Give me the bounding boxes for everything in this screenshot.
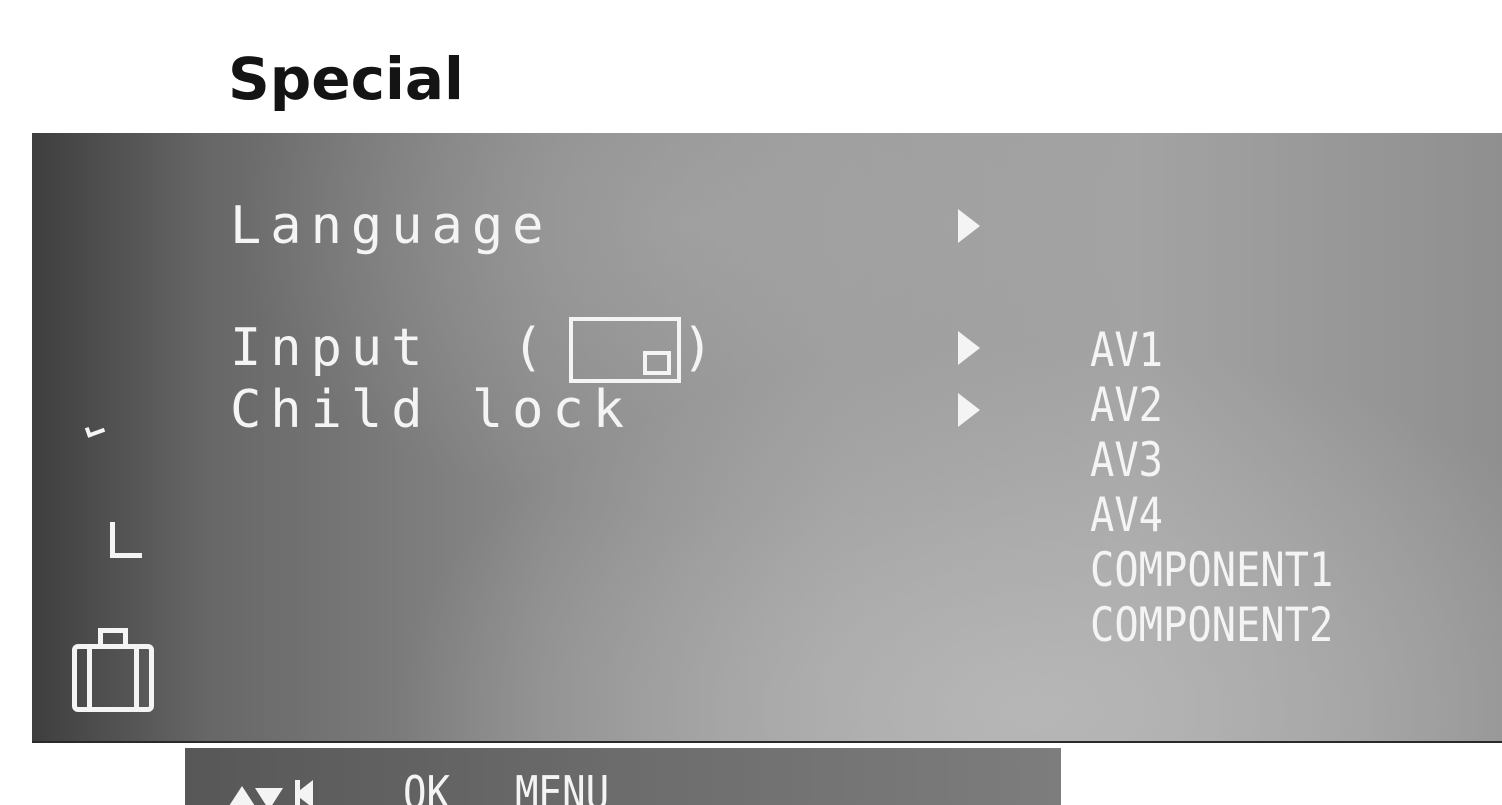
page-title: Special <box>228 45 464 113</box>
up-down-icon[interactable] <box>229 778 285 805</box>
left-arrow-icon[interactable] <box>295 780 313 805</box>
pip-icon <box>569 317 681 383</box>
right-arrow-icon <box>958 331 980 365</box>
menu-button[interactable]: MENU <box>515 768 609 805</box>
bag-icon[interactable] <box>72 628 154 712</box>
corner-icon[interactable] <box>110 522 142 558</box>
pip-inner-window <box>643 351 671 375</box>
input-option-av4[interactable]: AV4 <box>1090 490 1163 542</box>
input-option-av2[interactable]: AV2 <box>1090 380 1163 432</box>
up-triangle <box>229 786 255 805</box>
input-option-av3[interactable]: AV3 <box>1090 435 1163 487</box>
menu-item-label-suffix: ) <box>682 318 723 378</box>
input-option-component2[interactable]: COMPONENT2 <box>1090 600 1333 652</box>
down-triangle <box>255 788 283 805</box>
menu-item-label: Child lock <box>230 380 634 440</box>
ok-button[interactable]: OK <box>403 768 450 805</box>
menu-item-label: Input ( <box>230 318 553 378</box>
footer-nav-bar: OK MENU <box>185 748 1061 805</box>
right-arrow-icon <box>958 393 980 427</box>
input-option-component1[interactable]: COMPONENT1 <box>1090 545 1333 597</box>
check-mark-icon[interactable] <box>86 415 104 433</box>
bag-body <box>72 644 154 712</box>
menu-item-label: Language <box>230 196 553 256</box>
right-arrow-icon <box>958 209 980 243</box>
osd-menu-panel: Language Input ( ) Child lock AV1 AV2 AV… <box>32 133 1502 741</box>
input-option-av1[interactable]: AV1 <box>1090 325 1163 377</box>
